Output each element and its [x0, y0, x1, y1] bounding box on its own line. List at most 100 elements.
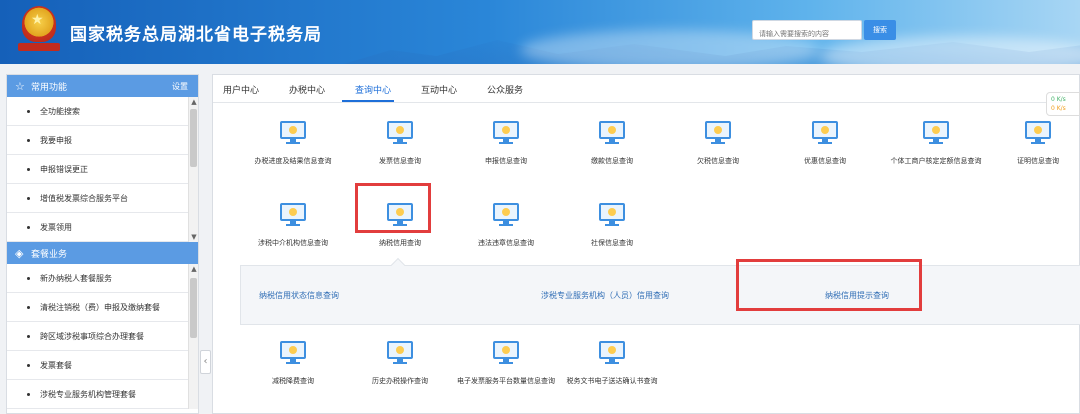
tile-label: 优惠信息查询	[804, 157, 846, 165]
subpanel-link[interactable]: 涉税专业服务机构（人员）信用查询	[541, 290, 669, 301]
bullet-icon	[27, 196, 30, 200]
sidebar-item-label: 发票套餐	[40, 360, 72, 370]
tax-emblem-logo: ★	[18, 6, 60, 52]
scroll-down-icon[interactable]: ▼	[189, 232, 198, 242]
query-tile[interactable]: 历史办税操作查询	[350, 341, 450, 386]
sidebar-item[interactable]: 清税注销税（费）申报及缴纳套餐	[7, 293, 190, 322]
tile-label: 电子发票服务平台数量信息查询	[457, 377, 555, 385]
tab-user-center[interactable]: 用户中心	[223, 83, 259, 96]
tile-label: 减税降费查询	[272, 377, 314, 385]
tile-label: 纳税信用查询	[379, 239, 421, 247]
sidebar-item[interactable]: 全功能搜索	[7, 97, 190, 126]
monitor-icon	[493, 203, 519, 226]
query-tile[interactable]: 涉税中介机构信息查询	[243, 203, 343, 248]
monitor-icon	[387, 341, 413, 364]
tile-label: 发票信息查询	[379, 157, 421, 165]
sidebar-item-label: 增值税发票综合服务平台	[40, 193, 128, 203]
scrollbar-thumb[interactable]	[190, 109, 197, 167]
sidebar-item[interactable]: 跨区域涉税事项综合办理套餐	[7, 322, 190, 351]
monitor-icon	[280, 341, 306, 364]
upload-speed: 0 K/s	[1051, 96, 1066, 103]
tile-label: 税务文书电子送达确认书查询	[566, 377, 658, 385]
packages-header[interactable]: ◈ 套餐业务	[7, 242, 198, 264]
subpanel-link[interactable]: 纳税信用状态信息查询	[259, 290, 339, 301]
main-panel: 用户中心 办税中心 查询中心 互动中心 公众服务 办税进度及结果信息查询 发票信…	[212, 74, 1080, 414]
tab-interaction-center[interactable]: 互动中心	[421, 83, 457, 96]
bullet-icon	[27, 363, 30, 367]
search-input[interactable]	[753, 25, 861, 43]
query-tile[interactable]: 违法违章信息查询	[456, 203, 556, 248]
scroll-up-icon[interactable]: ▲	[189, 264, 198, 274]
packages-list: 新办纳税人套餐服务 清税注销税（费）申报及缴纳套餐 跨区域涉税事项综合办理套餐 …	[7, 264, 198, 409]
tile-label: 缴款信息查询	[591, 157, 633, 165]
monitor-icon	[493, 341, 519, 364]
sidebar-item[interactable]: 发票套餐	[7, 351, 190, 380]
tab-public-service[interactable]: 公众服务	[487, 83, 523, 96]
query-tile[interactable]: 个体工商户核定定额信息查询	[881, 121, 991, 166]
sidebar-item-label: 涉税专业服务机构管理套餐	[40, 389, 136, 399]
common-functions-header[interactable]: ☆ 常用功能 设置	[7, 75, 198, 97]
scrollbar-thumb[interactable]	[190, 278, 197, 338]
sidebar-item-label: 跨区域涉税事项综合办理套餐	[40, 331, 144, 341]
monitor-icon	[599, 203, 625, 226]
tab-query-center[interactable]: 查询中心	[355, 83, 391, 96]
tile-label: 申报信息查询	[485, 157, 527, 165]
site-title: 国家税务总局湖北省电子税务局	[70, 25, 322, 45]
sidebar-item-label: 申报错误更正	[40, 164, 88, 174]
tile-label: 欠税信息查询	[697, 157, 739, 165]
tile-label: 历史办税操作查询	[372, 377, 428, 385]
bullet-icon	[27, 392, 30, 396]
bullet-icon	[27, 225, 30, 229]
monitor-icon	[599, 121, 625, 144]
monitor-icon	[812, 121, 838, 144]
search-input-box[interactable]	[752, 20, 862, 43]
sidebar-item[interactable]: 新办纳税人套餐服务	[7, 264, 190, 293]
layers-icon: ◈	[15, 246, 24, 260]
monitor-icon	[1025, 121, 1051, 144]
sidebar-item[interactable]: 我要申报	[7, 126, 190, 155]
bullet-icon	[27, 305, 30, 309]
query-tile[interactable]: 减税降费查询	[243, 341, 343, 386]
tile-label: 个体工商户核定定额信息查询	[890, 157, 982, 165]
query-tile[interactable]: 缴款信息查询	[562, 121, 662, 166]
sidebar-item[interactable]: 申报错误更正	[7, 155, 190, 184]
sidebar-item-label: 全功能搜索	[40, 106, 80, 116]
sidebar-scrollbar[interactable]: ▲	[188, 264, 198, 409]
bullet-icon	[27, 138, 30, 142]
highlight-box	[355, 183, 431, 233]
sidebar-scrollbar[interactable]: ▲ ▼	[188, 97, 198, 242]
sidebar-item[interactable]: 涉税专业服务机构管理套餐	[7, 380, 190, 409]
scroll-up-icon[interactable]: ▲	[189, 97, 198, 107]
bullet-icon	[27, 109, 30, 113]
monitor-icon	[280, 121, 306, 144]
tile-label: 证明信息查询	[1017, 157, 1059, 165]
monitor-icon	[923, 121, 949, 144]
monitor-icon	[599, 341, 625, 364]
search-button[interactable]: 搜索	[864, 20, 896, 40]
sidebar-item-label: 新办纳税人套餐服务	[40, 273, 112, 283]
query-tile[interactable]: 申报信息查询	[456, 121, 556, 166]
sidebar-collapse-icon[interactable]: ‹	[200, 350, 211, 374]
query-tile[interactable]: 税务文书电子送达确认书查询	[562, 341, 662, 386]
monitor-icon	[280, 203, 306, 226]
sidebar-item-label: 清税注销税（费）申报及缴纳套餐	[40, 302, 160, 312]
query-tile[interactable]: 证明信息查询	[988, 121, 1080, 166]
bullet-icon	[27, 276, 30, 280]
sidebar-item[interactable]: 发票领用	[7, 213, 190, 242]
highlight-box	[736, 259, 922, 311]
settings-link[interactable]: 设置	[172, 81, 188, 92]
query-tile[interactable]: 优惠信息查询	[775, 121, 875, 166]
sidebar-item[interactable]: 增值税发票综合服务平台	[7, 184, 190, 213]
query-tile[interactable]: 电子发票服务平台数量信息查询	[456, 341, 556, 386]
packages-title: 套餐业务	[31, 249, 68, 260]
tile-label: 社保信息查询	[591, 239, 633, 247]
tab-tax-center[interactable]: 办税中心	[289, 83, 325, 96]
bullet-icon	[27, 167, 30, 171]
query-tile[interactable]: 办税进度及结果信息查询	[243, 121, 343, 166]
credit-subpanel: 纳税信用状态信息查询 涉税专业服务机构（人员）信用查询 纳税信用提示查询	[240, 257, 1080, 325]
bullet-icon	[27, 334, 30, 338]
query-tile[interactable]: 欠税信息查询	[668, 121, 768, 166]
query-tile[interactable]: 社保信息查询	[562, 203, 662, 248]
query-tile[interactable]: 发票信息查询	[350, 121, 450, 166]
active-tab-indicator	[342, 100, 394, 102]
